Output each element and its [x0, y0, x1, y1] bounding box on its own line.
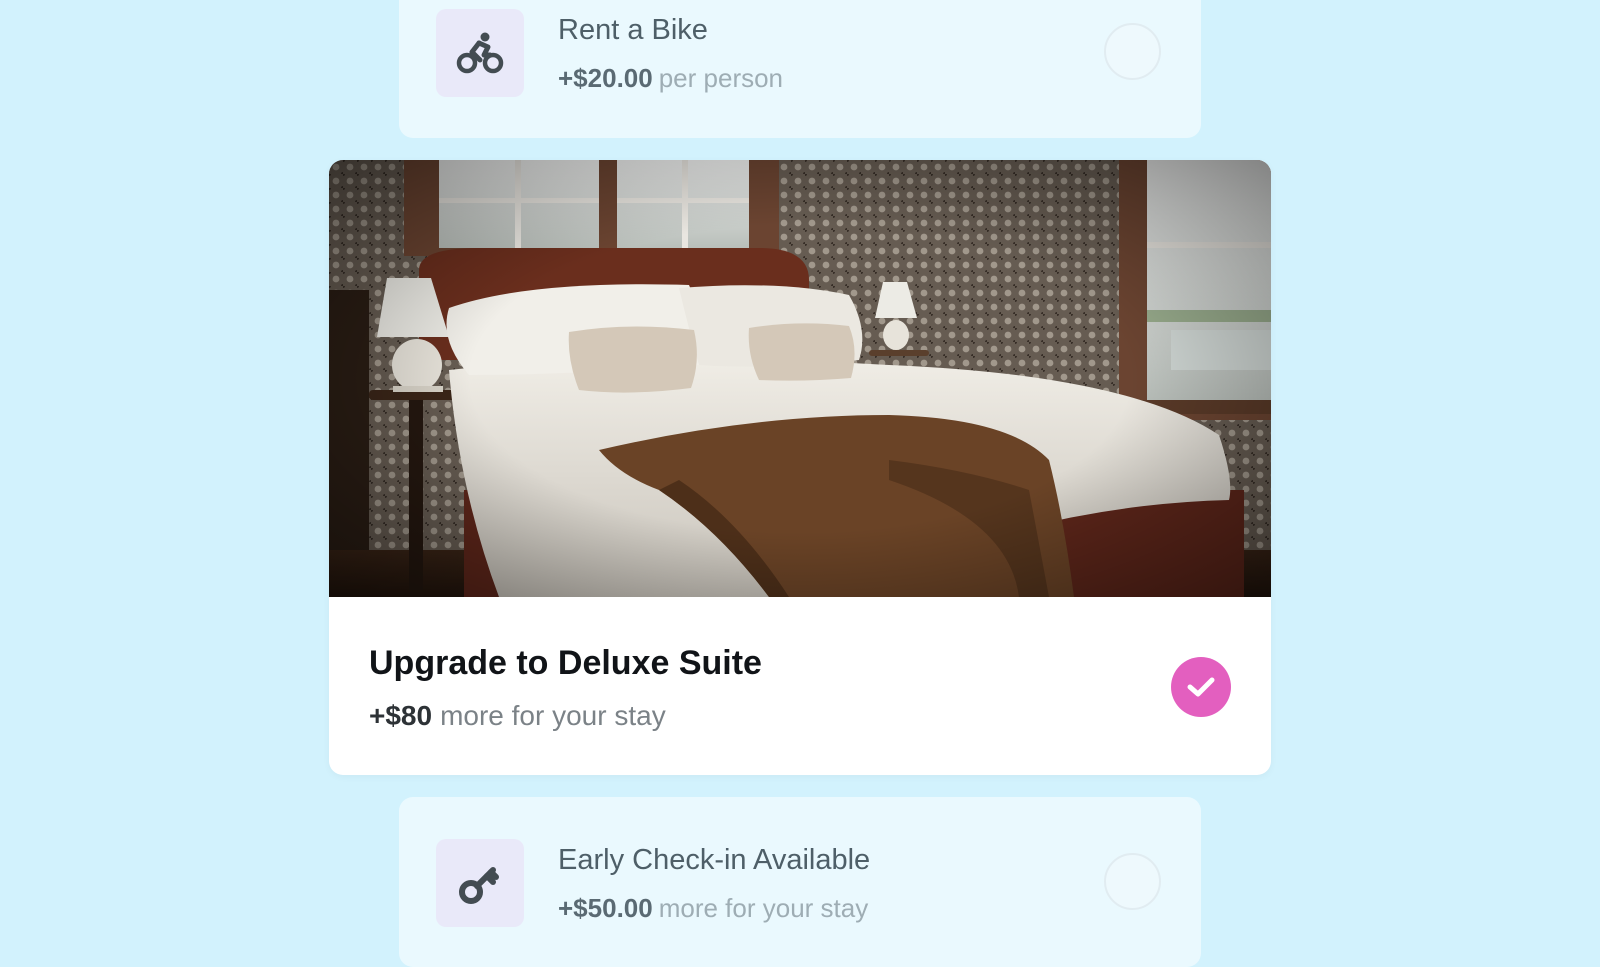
upgrade-selected-checkbox[interactable] [1171, 657, 1231, 717]
addon-price: +$20.00 [558, 63, 653, 93]
upgrade-title: Upgrade to Deluxe Suite [369, 644, 762, 682]
upgrade-price-suffix: more for your stay [440, 700, 666, 731]
addon-select-radio[interactable] [1104, 853, 1161, 910]
upgrade-price-line: +$80 more for your stay [369, 700, 666, 732]
addon-price: +$50.00 [558, 893, 653, 923]
addon-price-line: +$50.00 more for your stay [558, 893, 868, 924]
addon-price-suffix: more for your stay [658, 893, 869, 923]
bike-icon [456, 32, 504, 74]
addon-card-early-checkin[interactable]: Early Check-in Available +$50.00 more for… [399, 797, 1201, 967]
addon-title: Rent a Bike [558, 14, 708, 46]
upgrade-price: +$80 [369, 700, 433, 731]
bedroom-photo [329, 160, 1271, 597]
addon-card-rent-bike[interactable]: Rent a Bike +$20.00 per person [399, 0, 1201, 138]
addon-title: Early Check-in Available [558, 844, 871, 876]
addon-price-suffix: per person [658, 63, 784, 93]
upgrade-card-deluxe-suite[interactable]: Upgrade to Deluxe Suite +$80 more for you… [329, 160, 1271, 775]
addon-icon-box [436, 9, 524, 97]
key-icon [459, 867, 499, 904]
check-icon [1187, 677, 1215, 697]
addon-icon-box [436, 839, 524, 927]
addon-select-radio[interactable] [1104, 23, 1161, 80]
addon-price-line: +$20.00 per person [558, 63, 783, 94]
